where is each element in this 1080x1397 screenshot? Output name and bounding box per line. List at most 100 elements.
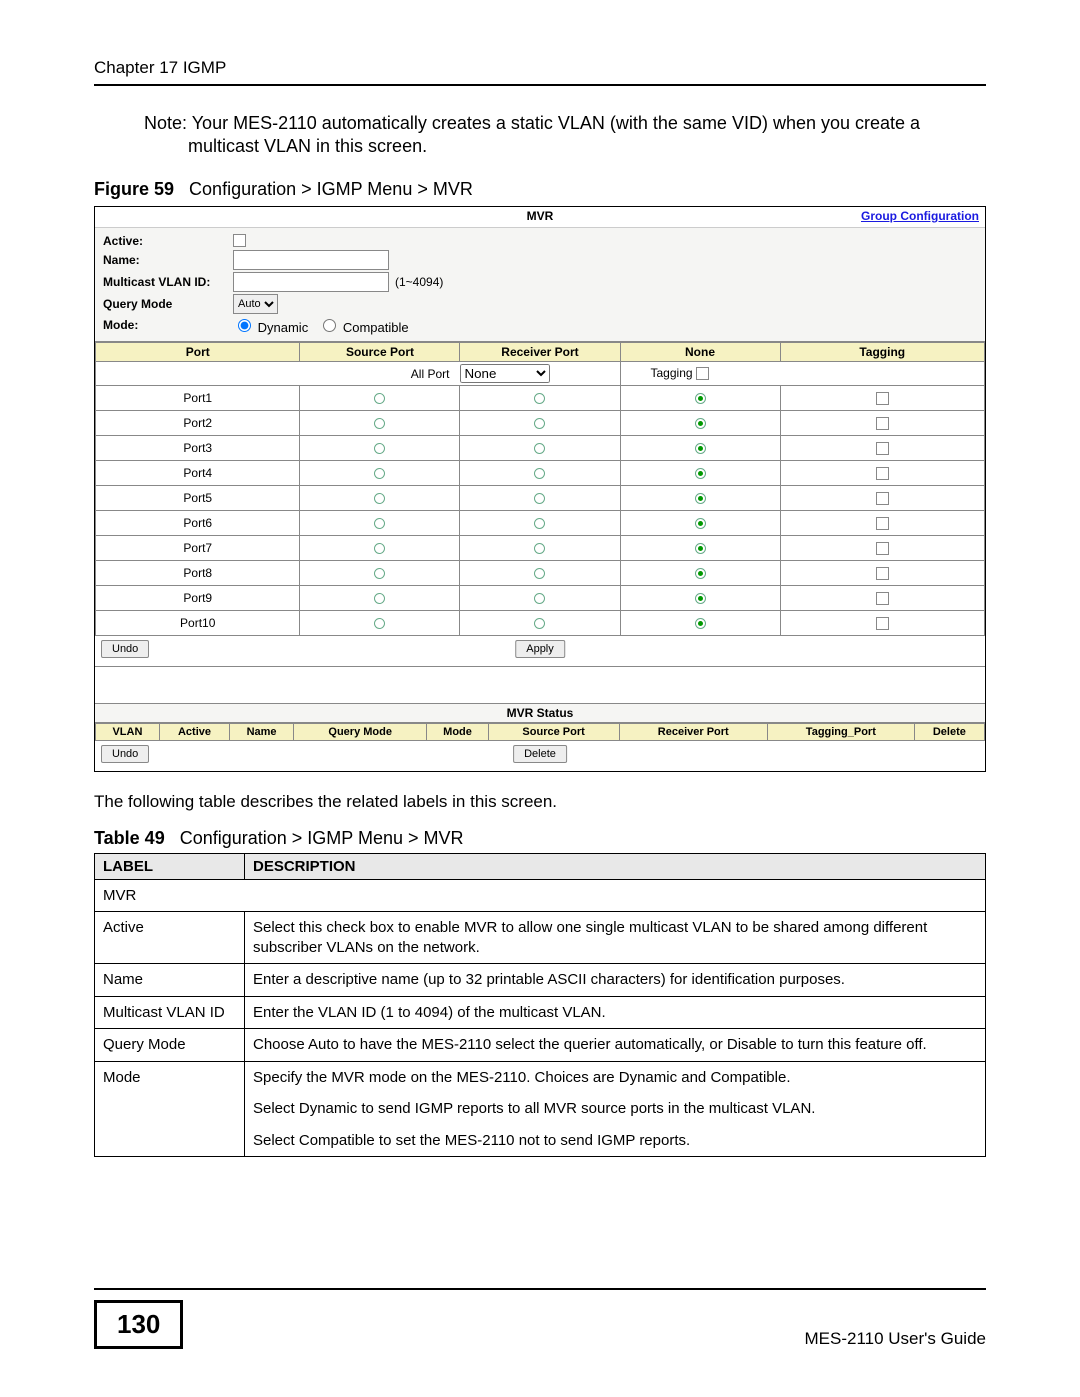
label-name: Name: [103, 253, 233, 267]
table-caption: Table 49 Configuration > IGMP Menu > MVR [94, 828, 986, 849]
group-config-link[interactable]: Group Configuration [861, 209, 979, 223]
source-port-radio[interactable] [374, 393, 385, 404]
source-port-radio[interactable] [374, 568, 385, 579]
label-vlan-id: Multicast VLAN ID: [103, 275, 233, 289]
none-radio[interactable] [695, 418, 706, 429]
row-label: Mode [95, 1061, 245, 1157]
receiver-port-radio[interactable] [534, 393, 545, 404]
none-radio[interactable] [695, 493, 706, 504]
receiver-port-radio[interactable] [534, 468, 545, 479]
port-row: Port9 [96, 585, 985, 610]
source-port-radio[interactable] [374, 618, 385, 629]
table-row: Query ModeChoose Auto to have the MES-21… [95, 1029, 986, 1062]
all-port-select[interactable]: None [460, 364, 550, 383]
tagging-checkbox[interactable] [876, 567, 889, 580]
source-port-radio[interactable] [374, 518, 385, 529]
following-text: The following table describes the relate… [94, 792, 986, 812]
delete-button[interactable]: Delete [513, 745, 567, 763]
tagging-checkbox[interactable] [876, 442, 889, 455]
port-header-row: Port Source Port Receiver Port None Tagg… [96, 342, 985, 361]
tagging-checkbox[interactable] [876, 492, 889, 505]
vlanid-hint: (1~4094) [395, 275, 443, 289]
port-row: Port2 [96, 410, 985, 435]
receiver-port-radio[interactable] [534, 593, 545, 604]
row-desc: Choose Auto to have the MES-2110 select … [245, 1029, 986, 1062]
source-port-radio[interactable] [374, 543, 385, 554]
panel-title: MVR [95, 207, 985, 223]
none-radio[interactable] [695, 443, 706, 454]
query-mode-select[interactable]: Auto [233, 294, 278, 314]
row-label: Query Mode [95, 1029, 245, 1062]
label-header: LABEL [95, 853, 245, 879]
tagging-checkbox[interactable] [876, 467, 889, 480]
tagging-checkbox[interactable] [876, 542, 889, 555]
active-checkbox[interactable] [233, 234, 246, 247]
source-port-radio[interactable] [374, 418, 385, 429]
port-row: Port7 [96, 535, 985, 560]
note-text: Note: Your MES-2110 automatically create… [188, 112, 986, 159]
none-radio[interactable] [695, 393, 706, 404]
port-row: Port4 [96, 460, 985, 485]
port-name: Port8 [96, 560, 300, 585]
receiver-port-radio[interactable] [534, 493, 545, 504]
figure-caption: Figure 59 Configuration > IGMP Menu > MV… [94, 179, 986, 200]
description-table: LABEL DESCRIPTION MVRActiveSelect this c… [94, 853, 986, 1158]
tagging-checkbox[interactable] [876, 517, 889, 530]
receiver-port-radio[interactable] [534, 418, 545, 429]
name-input[interactable] [233, 250, 389, 270]
port-name: Port6 [96, 510, 300, 535]
undo-button[interactable]: Undo [101, 640, 149, 658]
page-number: 130 [94, 1300, 183, 1349]
receiver-port-radio[interactable] [534, 443, 545, 454]
label-active: Active: [103, 234, 233, 248]
source-port-radio[interactable] [374, 468, 385, 479]
port-row: Port10 [96, 610, 985, 635]
port-name: Port5 [96, 485, 300, 510]
none-radio[interactable] [695, 593, 706, 604]
label-query-mode: Query Mode [103, 297, 233, 311]
row-desc: Enter a descriptive name (up to 32 print… [245, 964, 986, 997]
source-port-radio[interactable] [374, 493, 385, 504]
tagging-checkbox[interactable] [876, 392, 889, 405]
row-desc: Enter the VLAN ID (1 to 4094) of the mul… [245, 996, 986, 1029]
apply-button[interactable]: Apply [515, 640, 565, 658]
vlanid-input[interactable] [233, 272, 389, 292]
port-name: Port7 [96, 535, 300, 560]
receiver-port-radio[interactable] [534, 618, 545, 629]
label-mode: Mode: [103, 318, 233, 332]
tagging-checkbox[interactable] [876, 617, 889, 630]
receiver-port-radio[interactable] [534, 518, 545, 529]
mode-compatible-radio[interactable] [323, 319, 336, 332]
none-radio[interactable] [695, 543, 706, 554]
none-radio[interactable] [695, 618, 706, 629]
tagging-checkbox[interactable] [876, 417, 889, 430]
receiver-port-radio[interactable] [534, 568, 545, 579]
port-name: Port4 [96, 460, 300, 485]
table-row: ActiveSelect this check box to enable MV… [95, 912, 986, 964]
source-port-radio[interactable] [374, 593, 385, 604]
table-row: MVR [95, 879, 986, 912]
screenshot-mvr: MVR Group Configuration Active: Name: Mu… [94, 206, 986, 772]
row-label: Active [95, 912, 245, 964]
mvr-status-title: MVR Status [95, 703, 985, 723]
none-radio[interactable] [695, 468, 706, 479]
port-name: Port9 [96, 585, 300, 610]
tagging-checkbox[interactable] [876, 592, 889, 605]
port-name: Port1 [96, 385, 300, 410]
header-rule [94, 84, 986, 86]
table-row: Multicast VLAN IDEnter the VLAN ID (1 to… [95, 996, 986, 1029]
none-radio[interactable] [695, 518, 706, 529]
row-label: Name [95, 964, 245, 997]
row-label: Multicast VLAN ID [95, 996, 245, 1029]
none-radio[interactable] [695, 568, 706, 579]
source-port-radio[interactable] [374, 443, 385, 454]
mode-dynamic-radio[interactable] [238, 319, 251, 332]
port-row: Port1 [96, 385, 985, 410]
undo-button-2[interactable]: Undo [101, 745, 149, 763]
all-port-tagging-checkbox[interactable] [696, 367, 709, 380]
table-row: NameEnter a descriptive name (up to 32 p… [95, 964, 986, 997]
status-header-row: VLANActiveNameQuery ModeModeSource PortR… [96, 723, 985, 740]
port-row: Port5 [96, 485, 985, 510]
port-row: Port8 [96, 560, 985, 585]
receiver-port-radio[interactable] [534, 543, 545, 554]
